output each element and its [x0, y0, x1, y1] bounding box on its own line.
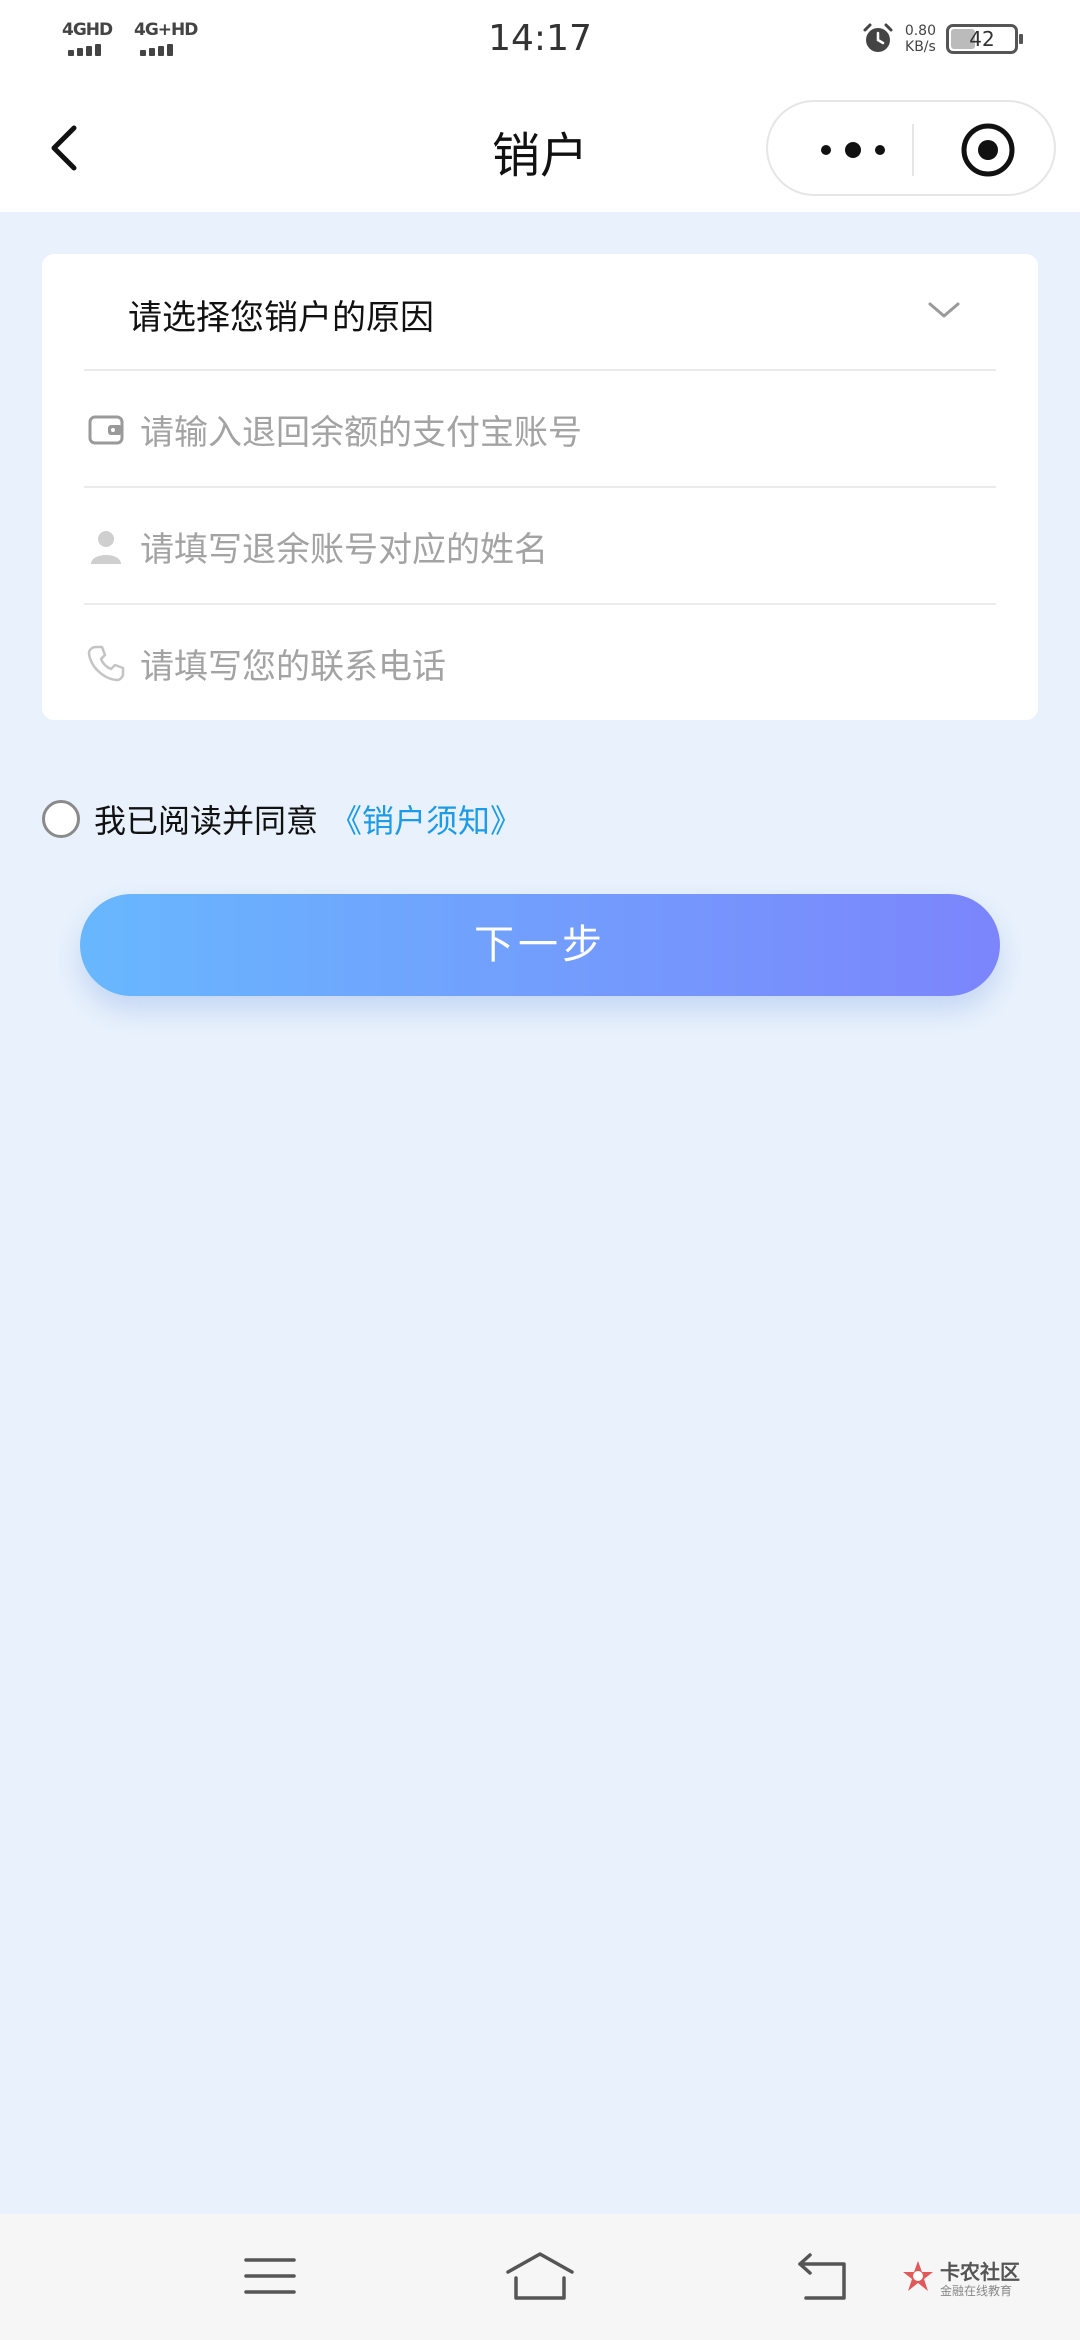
next-step-button[interactable]: 下一步 — [80, 894, 1000, 996]
phone-field[interactable]: 请填写您的联系电话 — [84, 605, 996, 719]
speed-value: 0.80 — [904, 23, 936, 39]
status-bar: 4GHD 4G+HD 14:17 0.80 KB/s 42 — [0, 0, 1080, 84]
system-navigation-bar: 卡农社区 金融在线教育 — [0, 2214, 1080, 2340]
agreement-row: 我已阅读并同意 《销户须知》 — [42, 794, 522, 844]
alipay-account-field[interactable]: 请输入退回余额的支付宝账号 — [84, 371, 996, 487]
kanong-logo-icon — [903, 2261, 933, 2291]
home-icon[interactable] — [504, 2250, 576, 2302]
network-speed: 0.80 KB/s — [905, 23, 936, 55]
speed-unit: KB/s — [905, 39, 936, 55]
phone-icon — [87, 645, 125, 682]
watermark-subtitle: 金融在线教育 — [940, 2284, 1013, 2298]
user-icon — [91, 531, 121, 564]
miniprogram-capsule — [766, 100, 1056, 196]
alipay-account-placeholder: 请输入退回余额的支付宝账号 — [140, 413, 582, 453]
account-name-placeholder: 请填写退余账号对应的姓名 — [140, 530, 548, 570]
alarm-icon — [863, 23, 893, 52]
wallet-icon — [88, 415, 124, 445]
phone-placeholder: 请填写您的联系电话 — [140, 647, 446, 687]
account-name-field[interactable]: 请填写退余账号对应的姓名 — [84, 488, 996, 604]
reason-select-value: 请选择您销户的原因 — [128, 298, 434, 338]
navigation-bar: 销户 — [0, 84, 1080, 212]
agreement-link[interactable]: 《销户须知》 — [330, 796, 522, 842]
account-closure-form: 请选择您销户的原因 请输入退回余额的支付宝账号 请填写退余账号对应的姓名 请填写… — [42, 254, 1038, 720]
capsule-divider — [912, 124, 914, 176]
status-icons: 0.80 KB/s 42 — [861, 22, 1023, 56]
battery-level: 42 — [969, 27, 995, 51]
close-miniprogram-icon[interactable] — [958, 120, 1018, 180]
agreement-text: 我已阅读并同意 — [94, 802, 319, 840]
watermark-title: 卡农社区 — [940, 2260, 1020, 2284]
more-options-icon[interactable] — [808, 130, 898, 170]
reason-select[interactable]: 请选择您销户的原因 — [84, 254, 996, 370]
menu-icon[interactable] — [244, 2254, 296, 2298]
battery-icon: 42 — [946, 24, 1023, 54]
chevron-down-icon — [928, 302, 960, 318]
agreement-checkbox[interactable] — [42, 800, 80, 838]
watermark: 卡农社区 金融在线教育 — [900, 2254, 1040, 2304]
back-icon[interactable] — [796, 2252, 852, 2302]
